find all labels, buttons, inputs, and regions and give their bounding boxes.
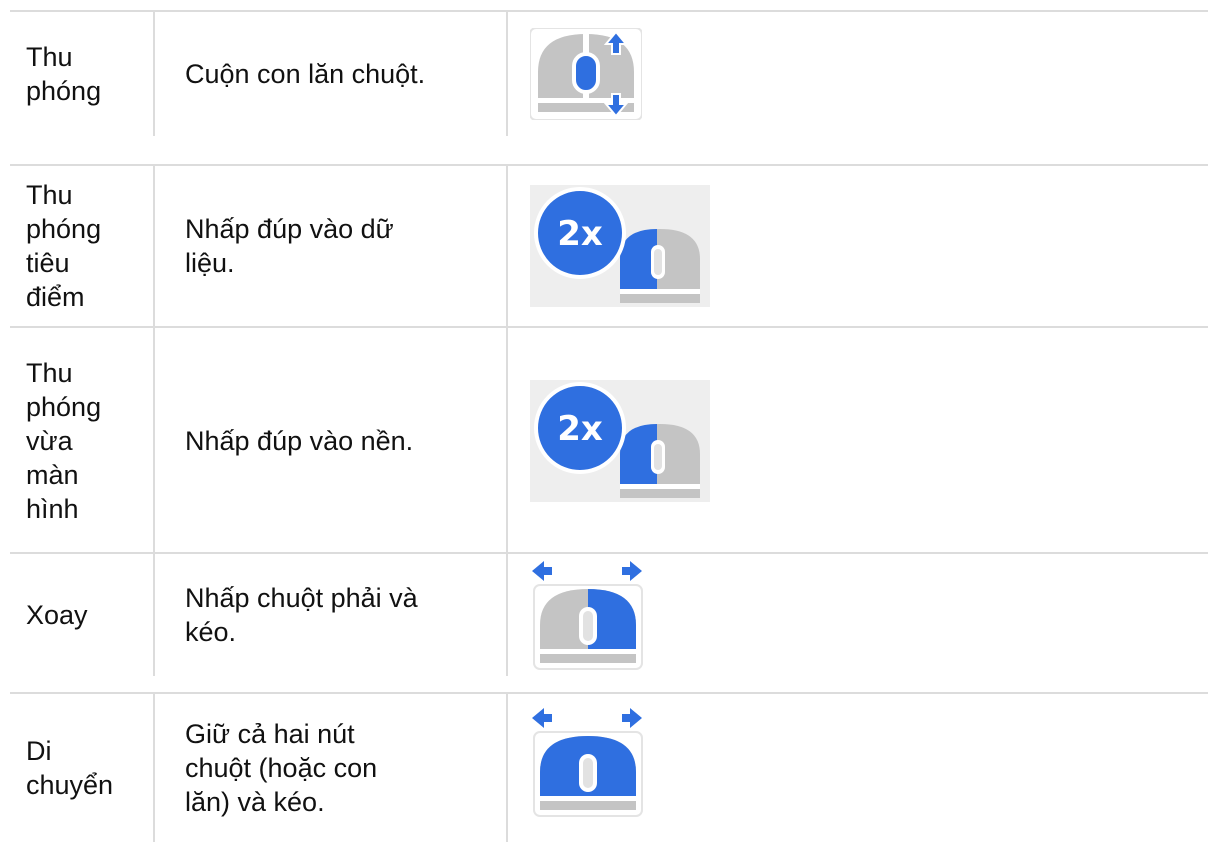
action-label: Di chuyển [26, 736, 114, 800]
mouse-scroll-wheel-icon [530, 28, 642, 120]
table-row: Thu phóng vừa màn hình Nhấp đúp vào nền.… [10, 326, 1208, 554]
mouse-double-click-left-icon: 2x [530, 185, 710, 307]
mouse-right-drag-icon [532, 561, 643, 670]
table-row: Thu phóng Cuộn con lăn chuột. [10, 10, 1208, 136]
table-row: Di chuyển Giữ cả hai nút chuột (hoặc con… [10, 692, 1208, 842]
action-label: Thu phóng vừa màn hình [26, 358, 102, 524]
action-label: Thu phóng [26, 42, 102, 106]
mouse-both-buttons-drag-icon [532, 708, 643, 817]
action-description: Cuộn con lăn chuột. [185, 59, 426, 89]
mouse-double-click-left-icon: 2x [530, 380, 710, 502]
action-label: Xoay [26, 600, 88, 630]
action-description: Nhấp đúp vào dữ liệu. [185, 214, 394, 278]
table-row: Xoay Nhấp chuột phải và kéo. [10, 552, 1208, 676]
action-description: Giữ cả hai nút chuột (hoặc con lăn) và k… [185, 719, 378, 817]
action-label: Thu phóng tiêu điểm [26, 180, 102, 312]
action-description: Nhấp đúp vào nền. [185, 426, 414, 456]
double-click-badge: 2x [557, 214, 603, 254]
double-click-badge: 2x [557, 409, 603, 449]
action-description: Nhấp chuột phải và kéo. [185, 583, 418, 647]
table-row: Thu phóng tiêu điểm Nhấp đúp vào dữ liệu… [10, 164, 1208, 326]
